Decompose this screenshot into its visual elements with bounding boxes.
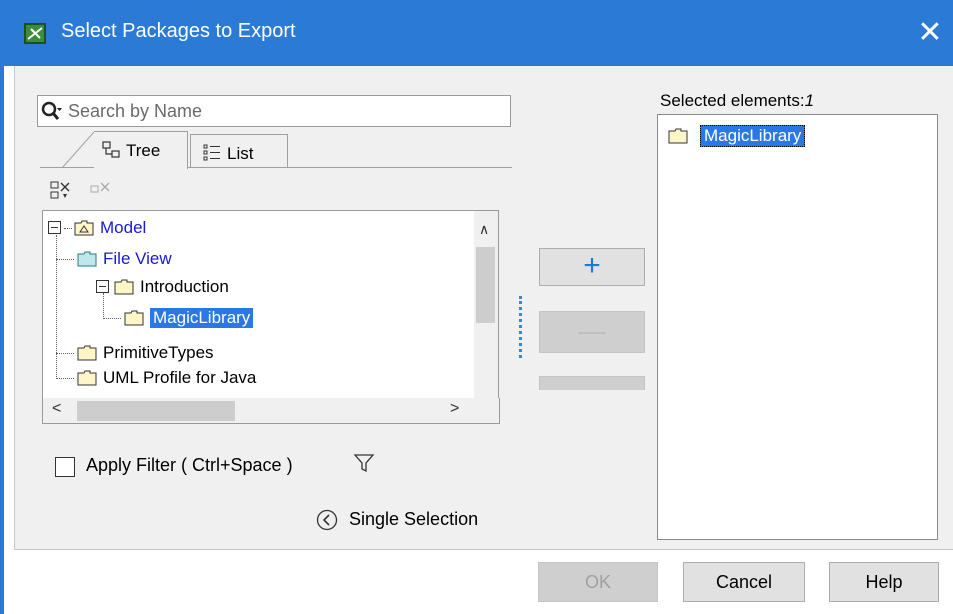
selected-elements-list[interactable]: MagicLibrary xyxy=(657,114,938,540)
folder-icon xyxy=(77,345,97,361)
tree-node-label: Introduction xyxy=(140,277,229,296)
selected-count: 1 xyxy=(804,91,815,110)
scroll-thumb[interactable] xyxy=(77,401,235,421)
selected-elements-label: Selected elements:1 xyxy=(660,91,815,110)
search-input[interactable] xyxy=(68,98,498,124)
expand-all-icon[interactable] xyxy=(50,180,72,200)
tree-node-label: PrimitiveTypes xyxy=(103,343,214,362)
remove-all-button xyxy=(539,376,645,390)
close-button[interactable]: ✕ xyxy=(910,14,950,52)
collapse-all-icon xyxy=(90,182,110,193)
tree-node-file-view[interactable]: File View xyxy=(77,247,172,271)
scroll-thumb[interactable] xyxy=(476,247,495,323)
collapse-toggle-icon[interactable] xyxy=(48,221,62,235)
scroll-up-icon[interactable]: ∧ xyxy=(479,221,489,238)
add-button[interactable]: + xyxy=(539,248,645,286)
tree-connector xyxy=(103,318,121,319)
package-tree[interactable]: Model File View Introduction MagicLibrar… xyxy=(42,210,474,424)
tree-connector xyxy=(56,235,57,379)
model-package-icon xyxy=(74,220,94,236)
tab-tree[interactable]: Tree xyxy=(94,131,188,169)
collapse-toggle-icon[interactable] xyxy=(96,280,110,294)
tab-tree-label: Tree xyxy=(126,141,161,160)
scroll-left-icon[interactable]: < xyxy=(52,400,61,418)
tab-list-label: List xyxy=(227,144,254,163)
tree-node-uml-profile-for-java[interactable]: UML Profile for Java xyxy=(77,366,256,390)
tree-node-introduction[interactable]: Introduction xyxy=(96,275,229,299)
tree-node-label: MagicLibrary xyxy=(150,308,254,328)
tree-horizontal-scrollbar[interactable]: < > xyxy=(42,398,500,424)
list-icon xyxy=(203,144,220,161)
apply-filter-checkbox[interactable] xyxy=(55,457,75,477)
scroll-right-icon[interactable]: > xyxy=(450,400,459,418)
window-left-border xyxy=(0,66,4,614)
cancel-button[interactable]: Cancel xyxy=(683,562,805,602)
ok-button: OK xyxy=(538,562,658,602)
tree-icon xyxy=(102,141,120,158)
search-box[interactable] xyxy=(37,95,511,127)
tree-node-magiclibrary[interactable]: MagicLibrary xyxy=(124,306,254,330)
tree-connector xyxy=(56,259,74,260)
folder-icon xyxy=(124,310,144,326)
chevron-left-circle-icon[interactable] xyxy=(316,509,338,531)
tab-list[interactable]: List xyxy=(190,134,288,167)
folder-icon xyxy=(668,128,688,144)
title-bar: Select Packages to Export ✕ xyxy=(0,0,953,66)
tree-connector xyxy=(56,353,74,354)
folder-icon xyxy=(114,279,134,295)
folder-icon xyxy=(77,370,97,386)
list-item-label: MagicLibrary xyxy=(700,125,806,147)
app-icon xyxy=(24,23,46,44)
tree-node-label: Model xyxy=(100,218,147,237)
tree-node-label: File View xyxy=(103,249,172,268)
file-view-folder-icon xyxy=(77,251,97,267)
window-title: Select Packages to Export xyxy=(61,20,296,42)
list-item[interactable]: MagicLibrary xyxy=(668,125,806,147)
tree-node-model[interactable]: Model xyxy=(48,216,146,240)
tree-node-primitivetypes[interactable]: PrimitiveTypes xyxy=(77,341,214,365)
single-selection-link[interactable]: Single Selection xyxy=(349,509,478,530)
tree-connector xyxy=(56,378,74,379)
apply-filter-label: Apply Filter ( Ctrl+Space ) xyxy=(86,455,293,475)
tree-vertical-scrollbar[interactable]: ∧ xyxy=(474,210,499,398)
search-icon[interactable] xyxy=(41,101,63,123)
remove-button: — xyxy=(539,311,645,353)
tree-node-label: UML Profile for Java xyxy=(103,368,257,387)
panel-splitter[interactable] xyxy=(519,296,522,358)
filter-funnel-icon[interactable] xyxy=(353,452,375,474)
help-button[interactable]: Help xyxy=(829,562,939,602)
